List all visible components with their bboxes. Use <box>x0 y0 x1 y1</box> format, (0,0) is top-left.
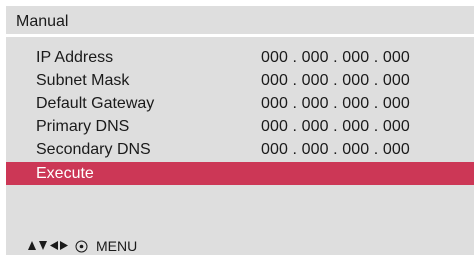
footer-hint: MENU <box>28 238 137 254</box>
network-manual-menu: Manual IP Address 000 . 000 . 000 . 000 … <box>6 6 474 255</box>
secondary-dns-value[interactable]: 000 . 000 . 000 . 000 <box>261 139 410 161</box>
arrows-up-down-left-right-icon <box>28 240 68 252</box>
default-gateway-value[interactable]: 000 . 000 . 000 . 000 <box>261 93 410 115</box>
primary-dns-label: Primary DNS <box>36 118 130 135</box>
menu-title: Manual <box>16 13 69 30</box>
secondary-dns-row[interactable]: Secondary DNS 000 . 000 . 000 . 000 <box>6 139 474 161</box>
execute-label: Execute <box>36 165 94 182</box>
ip-address-value[interactable]: 000 . 000 . 000 . 000 <box>261 47 410 69</box>
ip-address-row[interactable]: IP Address 000 . 000 . 000 . 000 <box>6 47 474 69</box>
subnet-mask-label: Subnet Mask <box>36 72 130 89</box>
enter-circle-icon <box>75 240 88 253</box>
menu-hint-label: MENU <box>96 238 138 254</box>
subnet-mask-value[interactable]: 000 . 000 . 000 . 000 <box>261 70 410 92</box>
ip-address-label: IP Address <box>36 49 114 66</box>
title-divider <box>6 34 474 37</box>
primary-dns-value[interactable]: 000 . 000 . 000 . 000 <box>261 116 410 138</box>
secondary-dns-label: Secondary DNS <box>36 141 151 158</box>
execute-button[interactable]: Execute <box>6 162 474 185</box>
subnet-mask-row[interactable]: Subnet Mask 000 . 000 . 000 . 000 <box>6 70 474 92</box>
default-gateway-label: Default Gateway <box>36 95 155 112</box>
primary-dns-row[interactable]: Primary DNS 000 . 000 . 000 . 000 <box>6 116 474 138</box>
default-gateway-row[interactable]: Default Gateway 000 . 000 . 000 . 000 <box>6 93 474 115</box>
